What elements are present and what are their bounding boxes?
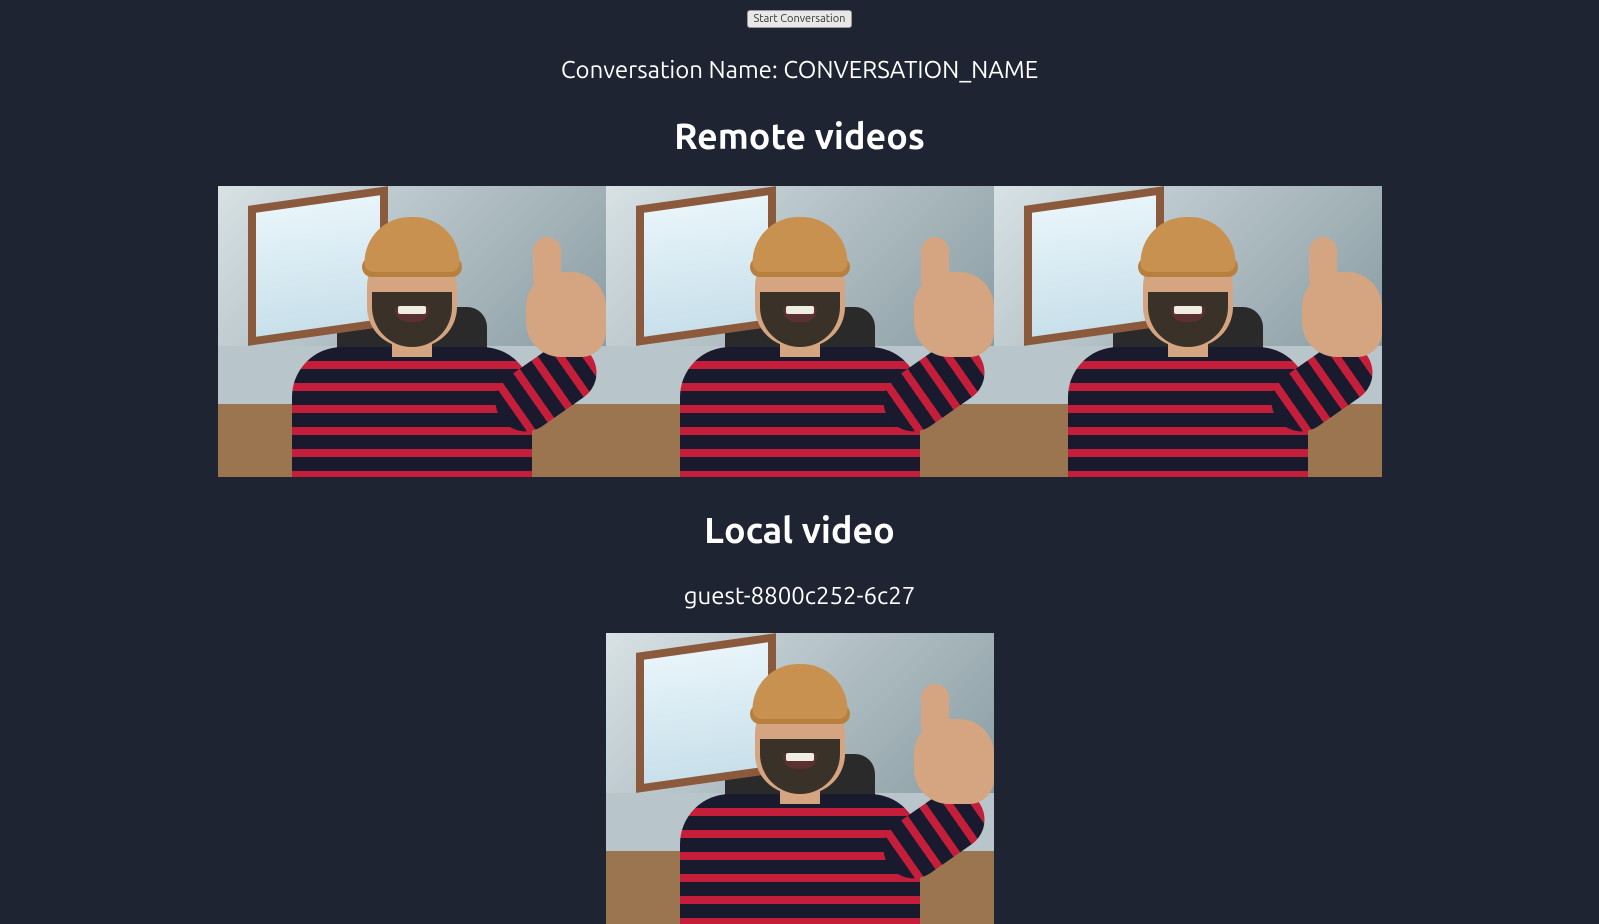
remote-videos-row (218, 186, 1382, 477)
webcam-feed (606, 633, 994, 924)
remote-video-tile[interactable] (606, 186, 994, 477)
start-conversation-button[interactable]: Start Conversation (747, 10, 853, 28)
local-video-heading: Local video (704, 509, 895, 550)
conversation-name-label: Conversation Name: CONVERSATION_NAME (561, 56, 1038, 83)
page-container: Start Conversation Conversation Name: CO… (0, 0, 1599, 924)
local-video-tile[interactable] (606, 633, 994, 924)
webcam-feed (994, 186, 1382, 477)
remote-videos-heading: Remote videos (674, 115, 925, 156)
remote-video-tile[interactable] (994, 186, 1382, 477)
webcam-feed (218, 186, 606, 477)
local-video-wrapper (606, 633, 994, 924)
local-guest-id-label: guest-8800c252-6c27 (684, 582, 916, 609)
webcam-feed (606, 186, 994, 477)
remote-video-tile[interactable] (218, 186, 606, 477)
